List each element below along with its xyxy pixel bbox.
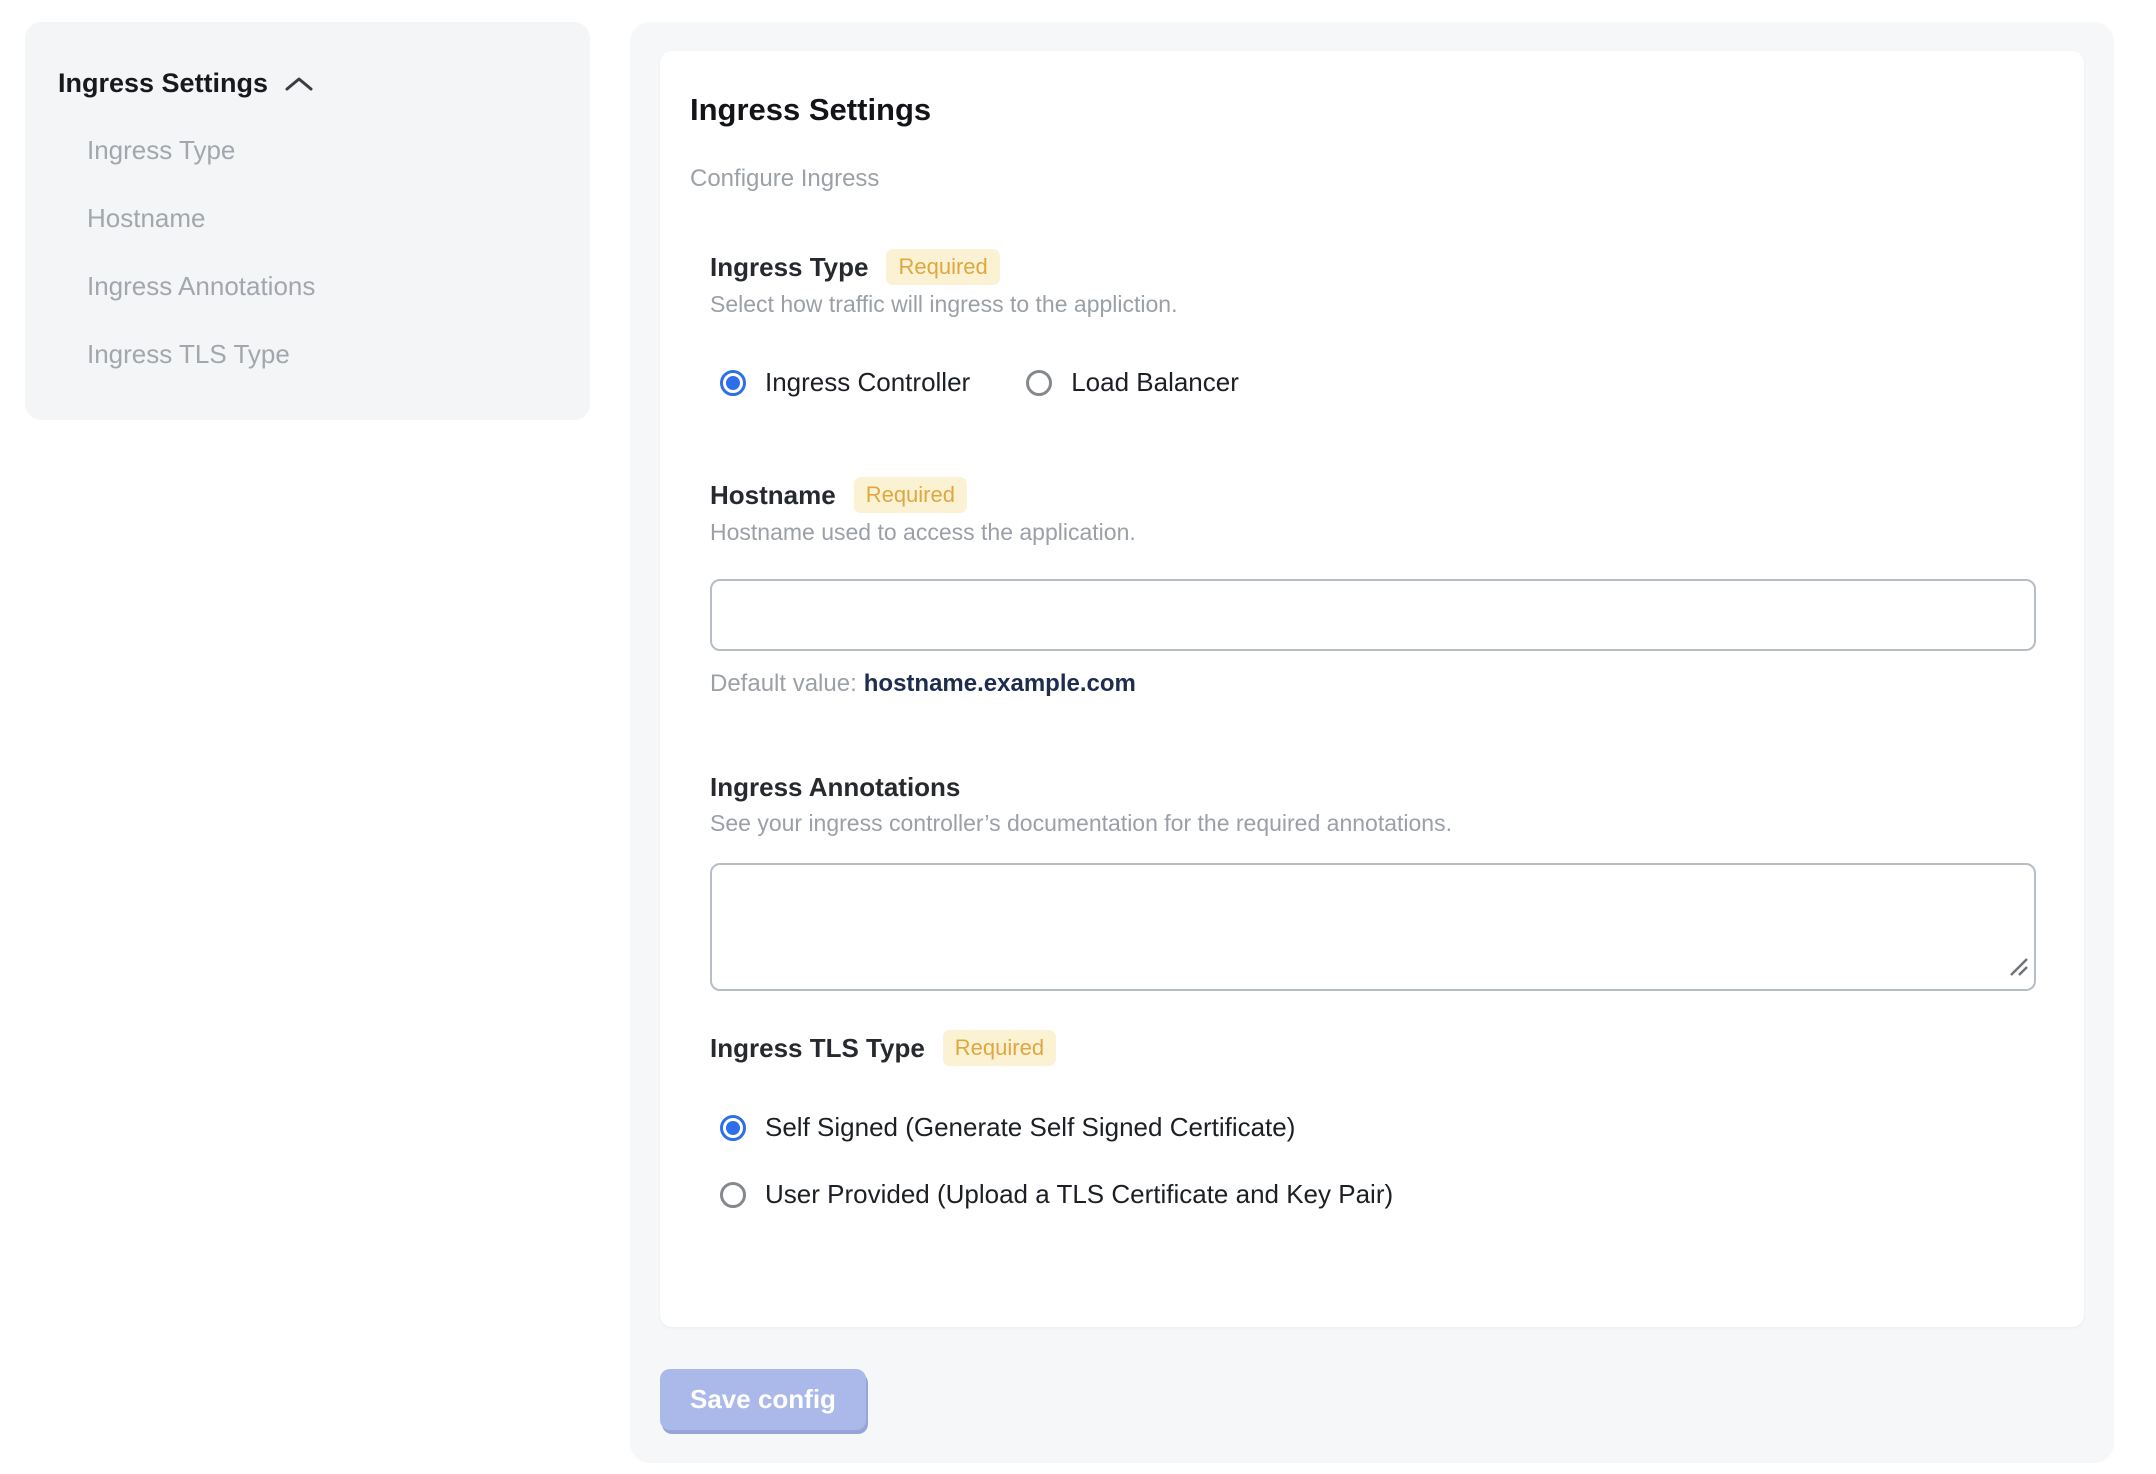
radio-option-ingress-controller[interactable]: Ingress Controller [720, 366, 970, 399]
radio-option-load-balancer[interactable]: Load Balancer [1026, 366, 1239, 399]
hostname-input[interactable] [710, 579, 2036, 651]
save-config-button[interactable]: Save config [660, 1369, 866, 1430]
sidebar-section-title: Ingress Settings [58, 68, 269, 98]
field-label-row: Ingress Annotations [710, 770, 2036, 804]
page-title: Ingress Settings [690, 92, 932, 127]
sidebar-item-hostname[interactable]: Hostname [58, 184, 566, 252]
field-label-ingress-tls-type: Ingress TLS Type [710, 1033, 925, 1063]
field-label-row: Ingress TLS Type Required [710, 1030, 2036, 1066]
required-badge: Required [853, 477, 967, 513]
radio-label: User Provided (Upload a TLS Certificate … [765, 1179, 1394, 1209]
field-label-ingress-type: Ingress Type [710, 252, 869, 282]
radio-label: Load Balancer [1071, 367, 1239, 397]
sidebar-item-ingress-type[interactable]: Ingress Type [58, 116, 566, 184]
page-subtitle: Configure Ingress [690, 165, 880, 192]
radio-option-self-signed[interactable]: Self Signed (Generate Self Signed Certif… [720, 1111, 2036, 1144]
hostname-default-line: Default value: hostname.example.com [710, 670, 2036, 698]
radio-selected-icon [720, 1114, 746, 1141]
required-badge: Required [942, 1030, 1057, 1066]
field-description-hostname: Hostname used to access the application. [710, 519, 1136, 545]
settings-nav-sidebar: Ingress Settings Ingress Type Hostname I… [25, 22, 590, 420]
field-label-row: Hostname Required [710, 477, 2036, 513]
radio-unselected-icon [1026, 369, 1053, 396]
page: Ingress Settings Ingress Type Hostname I… [0, 0, 2156, 1463]
radio-unselected-icon [720, 1181, 746, 1208]
field-ingress-tls-type: Ingress TLS Type Required Self Signed (G… [710, 1030, 2036, 1211]
field-description-ingress-annotations: See your ingress controller’s documentat… [710, 810, 1452, 836]
radio-option-user-provided[interactable]: User Provided (Upload a TLS Certificate … [720, 1178, 2036, 1211]
required-badge: Required [886, 249, 1000, 285]
field-description-ingress-type: Select how traffic will ingress to the a… [710, 291, 1178, 317]
sidebar-item-ingress-annotations[interactable]: Ingress Annotations [58, 252, 566, 320]
radio-label: Ingress Controller [765, 367, 971, 397]
default-value-label: Default value: [710, 670, 857, 697]
field-label-hostname: Hostname [710, 480, 836, 510]
ingress-type-radio-group: Ingress Controller Load Balancer [710, 366, 2036, 399]
sidebar-section-toggle[interactable]: Ingress Settings [58, 66, 566, 100]
field-ingress-type: Ingress Type Required Select how traffic… [710, 249, 2036, 399]
default-value: hostname.example.com [863, 670, 1136, 697]
sidebar-items: Ingress Type Hostname Ingress Annotation… [58, 116, 566, 388]
tls-type-radio-group: Self Signed (Generate Self Signed Certif… [710, 1111, 2036, 1211]
form-sections: Ingress Type Required Select how traffic… [710, 249, 2036, 1211]
ingress-annotations-textarea[interactable] [710, 863, 2036, 991]
annotations-textarea-wrap [710, 863, 2036, 991]
field-label-ingress-annotations: Ingress Annotations [710, 772, 961, 802]
field-ingress-annotations: Ingress Annotations See your ingress con… [710, 770, 2036, 991]
radio-selected-icon [720, 369, 746, 396]
chevron-up-icon [284, 75, 314, 93]
field-label-row: Ingress Type Required [710, 249, 2036, 285]
radio-label: Self Signed (Generate Self Signed Certif… [765, 1112, 1296, 1142]
sidebar-item-ingress-tls-type[interactable]: Ingress TLS Type [58, 320, 566, 388]
ingress-settings-panel: Ingress Settings Configure Ingress Ingre… [630, 22, 2114, 1463]
ingress-settings-card: Ingress Settings Configure Ingress Ingre… [660, 51, 2084, 1327]
field-hostname: Hostname Required Hostname used to acces… [710, 477, 2036, 698]
